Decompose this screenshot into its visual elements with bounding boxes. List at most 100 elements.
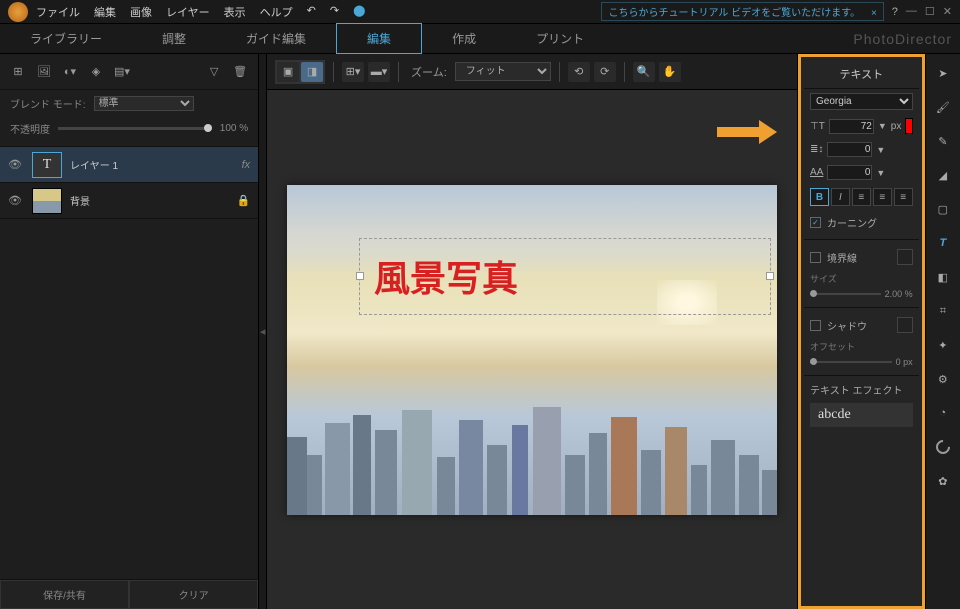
font-size-icon: ⊤T [810,121,825,132]
layer-thumbnail[interactable] [32,188,62,214]
eraser-tool-icon[interactable]: ◢ [932,164,954,186]
layer-fx-badge[interactable]: fx [242,159,251,171]
brand-label: PhotoDirector [853,31,952,47]
tracking-icon: AA [810,167,823,178]
text-panel-title: テキスト [804,60,919,89]
tab-create[interactable]: 作成 [422,24,506,53]
tab-edit[interactable]: 編集 [336,23,422,54]
pen-tool-icon[interactable]: ✎ [932,130,954,152]
bold-button[interactable]: B [810,188,829,206]
view-single-icon[interactable]: ▣ [277,62,299,82]
text-color-swatch[interactable] [905,118,912,134]
filter-icon[interactable]: ▽ [204,63,224,81]
opacity-slider[interactable] [58,127,212,130]
menu-bar: ファイル 編集 画像 レイヤー 表示 ヘルプ ↶ ↷ ⬤ [36,4,365,20]
collapse-left-icon[interactable]: ◂ [259,54,267,609]
layer-row[interactable]: 👁 T レイヤー 1 fx [0,147,258,183]
pan-tool-icon[interactable]: ✋ [659,62,681,82]
rotate-left-icon[interactable]: ⟲ [568,62,590,82]
cloud-icon[interactable]: ⬤ [353,4,365,20]
minimize-icon[interactable]: — [906,5,917,18]
menu-edit[interactable]: 編集 [94,4,116,20]
undo-icon[interactable]: ↶ [307,4,316,20]
menu-help[interactable]: ヘルプ [260,4,293,20]
blend-mode-select[interactable]: 標準 [94,96,194,111]
kerning-checkbox[interactable]: ✓ [810,217,821,228]
clear-button[interactable]: クリア [129,580,258,609]
line-height-input[interactable] [827,142,872,157]
tutorial-link[interactable]: こちらからチュートリアル ビデオをご覧いただけます。 × [601,2,883,21]
rotate-right-icon[interactable]: ⟳ [594,62,616,82]
brush-tool-icon[interactable]: 🖌 [932,96,954,118]
magic-tool-icon[interactable]: ✦ [932,334,954,356]
border-size-label: サイズ [804,270,919,287]
menu-view[interactable]: 表示 [224,4,246,20]
settings-tool-icon[interactable]: ✿ [932,470,954,492]
border-checkbox[interactable] [810,252,821,263]
grid-icon[interactable]: ⊞▾ [342,62,364,82]
opacity-label: 不透明度 [10,121,50,136]
bg-icon[interactable]: ▬▾ [368,62,390,82]
border-size-slider[interactable] [810,293,881,295]
mask-icon[interactable]: ◐▾ [60,63,80,81]
zoom-select[interactable]: フィット [455,62,551,81]
gradient-tool-icon[interactable]: ◧ [932,266,954,288]
save-share-button[interactable]: 保存/共有 [0,580,129,609]
font-size-input[interactable] [829,119,874,134]
text-tool-icon[interactable]: T [932,232,954,254]
layer-name[interactable]: レイヤー 1 [70,157,234,172]
text-effect-preview[interactable]: abcde [810,403,913,427]
trash-icon[interactable]: 🗑 [230,63,250,81]
layer-thumbnail[interactable]: T [32,152,62,178]
menu-layer[interactable]: レイヤー [166,4,210,20]
shadow-color-swatch[interactable] [897,317,913,333]
tab-library[interactable]: ライブラリー [0,24,132,53]
shape-tool-icon[interactable]: ▢ [932,198,954,220]
move-tool-icon[interactable]: ➤ [932,62,954,84]
canvas[interactable]: 風景写真 [287,185,777,515]
align-left-button[interactable]: ≡ [852,188,871,206]
redo-icon[interactable]: ↷ [330,4,339,20]
tab-print[interactable]: プリント [506,24,614,53]
adjust-tool-icon[interactable]: ⚙ [932,368,954,390]
layer-name[interactable]: 背景 [70,193,228,208]
align-center-button[interactable]: ≡ [873,188,892,206]
border-color-swatch[interactable] [897,249,913,265]
layer-lock-icon[interactable]: 🔒 [236,194,250,207]
text-bounding-box[interactable]: 風景写真 [359,238,771,315]
visibility-icon[interactable]: 👁 [8,158,24,171]
view-compare-icon[interactable]: ◨ [301,62,323,82]
blur-tool-icon[interactable]: ◔ [932,402,954,424]
menu-file[interactable]: ファイル [36,4,80,20]
align-right-button[interactable]: ≡ [894,188,913,206]
add-layer-icon[interactable]: ⊞ [8,63,28,81]
italic-button[interactable]: I [831,188,850,206]
group-icon[interactable]: ▤▾ [112,63,132,81]
tab-guide[interactable]: ガイド編集 [216,24,336,53]
fx-icon[interactable]: ◈ [86,63,106,81]
blend-mode-label: ブレンド モード: [10,96,86,111]
tracking-input[interactable] [827,165,872,180]
shadow-label: シャドウ [827,318,867,333]
border-size-value: 2.00 % [885,289,913,299]
shadow-offset-slider[interactable] [810,361,892,363]
canvas-text[interactable]: 風景写真 [374,250,518,302]
maximize-icon[interactable]: ☐ [925,5,935,18]
close-icon[interactable]: ✕ [943,5,952,18]
shadow-offset-label: オフセット [804,338,919,355]
tab-adjust[interactable]: 調整 [132,24,216,53]
image-layer-icon[interactable]: 🖼 [34,63,54,81]
line-height-icon: ≣↕ [810,144,823,155]
tutorial-close-icon[interactable]: × [871,8,877,19]
menu-image[interactable]: 画像 [130,4,152,20]
reset-tool-icon[interactable] [932,436,954,458]
layers-panel: ⊞ 🖼 ◐▾ ◈ ▤▾ ▽ 🗑 ブレンド モード: 標準 不透明度 100 % … [0,54,259,609]
zoom-tool-icon[interactable]: 🔍 [633,62,655,82]
crop-tool-icon[interactable]: ⌗ [932,300,954,322]
font-family-select[interactable]: Georgia [810,93,913,110]
text-effect-label: テキスト エフェクト [804,380,919,399]
layer-row[interactable]: 👁 背景 🔒 [0,183,258,219]
help-icon[interactable]: ? [892,6,898,18]
shadow-checkbox[interactable] [810,320,821,331]
visibility-icon[interactable]: 👁 [8,194,24,207]
